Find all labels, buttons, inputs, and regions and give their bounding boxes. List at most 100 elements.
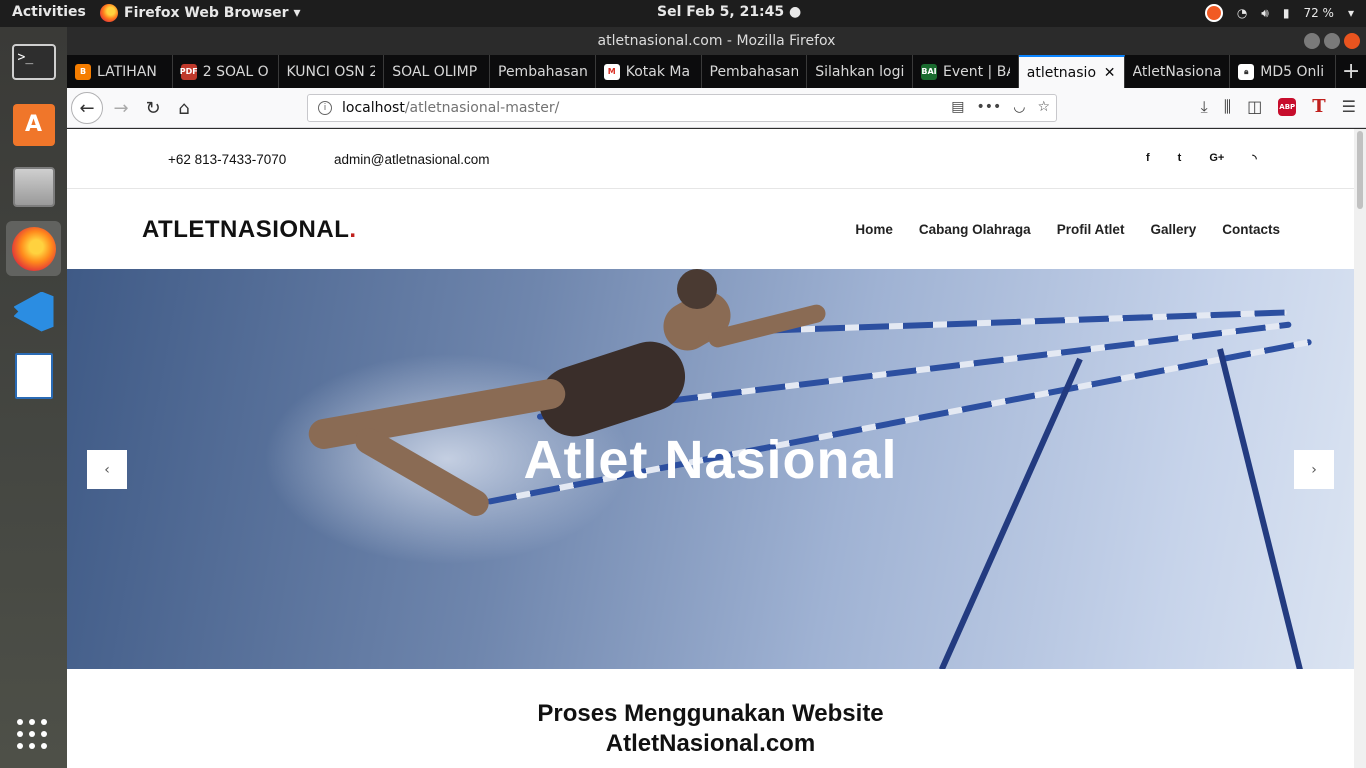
info-icon[interactable]: i	[318, 101, 332, 115]
tab-active[interactable]: atletnasio ✕	[1018, 55, 1125, 88]
url-host: localhost	[342, 100, 405, 116]
wifi-icon: ◔	[1236, 6, 1248, 20]
volume-icon: 🔊︎	[1261, 5, 1269, 20]
forward-button[interactable]: →	[107, 94, 135, 122]
tab[interactable]: 🔒︎ MD5 Onli	[1230, 55, 1336, 88]
window-title: atletnasional.com - Mozilla Firefox	[597, 33, 836, 49]
sidebar-icon[interactable]: ◫	[1247, 97, 1262, 116]
blogger-icon: B	[75, 63, 91, 80]
vscode-icon	[13, 291, 54, 332]
reader-view-icon[interactable]: ▤	[951, 99, 964, 115]
email-address[interactable]: admin@atletnasional.com	[334, 152, 490, 167]
gmail-icon: M	[603, 63, 620, 80]
section-title-line1: Proses Menggunakan Website	[537, 700, 884, 727]
phone-number[interactable]: +62 813-7433-7070	[168, 152, 286, 167]
contact-bar: +62 813-7433-7070 admin@atletnasional.co…	[67, 129, 1354, 189]
bai-icon: BAI	[921, 63, 937, 80]
system-top-bar: Activities Firefox Web Browser ▾ Sel Feb…	[0, 0, 1366, 27]
nav-home[interactable]: Home	[855, 222, 893, 237]
tab[interactable]: B LATIHAN	[67, 55, 173, 88]
dock-writer[interactable]	[6, 348, 61, 403]
tab[interactable]: AtletNasiona	[1125, 55, 1231, 88]
section-title: Proses Menggunakan Website AtletNasional…	[67, 699, 1354, 759]
navigation-toolbar: ← → ↻ ⌂ i localhost/atletnasional-master…	[67, 88, 1366, 128]
tab-strip: B LATIHAN PDF 2 SOAL O KUNCI OSN 2 SOAL OL…	[67, 55, 1366, 88]
home-icon: ⌂	[178, 97, 190, 119]
section-title-line2: AtletNasional.com	[605, 730, 816, 757]
swimmer-head	[677, 269, 717, 309]
back-button[interactable]: ←	[71, 92, 103, 124]
url-path: /atletnasional-master/	[404, 100, 560, 116]
twitter-icon[interactable]: t	[1178, 152, 1182, 165]
tab[interactable]: KUNCI OSN 2	[279, 55, 385, 88]
tab[interactable]: Silahkan logi	[807, 55, 913, 88]
close-window-icon[interactable]	[1344, 33, 1360, 49]
minimize-icon[interactable]	[1304, 33, 1320, 49]
tab[interactable]: PDF 2 SOAL O	[173, 55, 279, 88]
home-button[interactable]: ⌂	[170, 94, 198, 122]
app-menu[interactable]: Firefox Web Browser ▾	[100, 4, 300, 22]
window-titlebar: atletnasional.com - Mozilla Firefox	[67, 27, 1366, 55]
show-applications-icon[interactable]	[17, 719, 49, 751]
slider-prev-button[interactable]: ‹	[87, 450, 127, 489]
reload-icon: ↻	[145, 97, 161, 119]
page-scrollbar[interactable]	[1354, 129, 1366, 768]
library-icon[interactable]: ⫼	[1224, 97, 1231, 117]
dock-files[interactable]	[6, 159, 61, 214]
hero-title: Atlet Nasional	[523, 430, 898, 490]
tab[interactable]: M Kotak Ma	[596, 55, 702, 88]
system-tray[interactable]: ◔ 🔊︎ ▮ 72 % ▾	[1204, 4, 1354, 22]
nav-profil-atlet[interactable]: Profil Atlet	[1057, 222, 1125, 237]
lock-icon: 🔒︎	[1238, 63, 1255, 80]
battery-level: 72 %	[1303, 6, 1334, 20]
new-tab-button[interactable]: +	[1336, 55, 1366, 88]
maximize-icon[interactable]	[1324, 33, 1340, 49]
dock: >_ A	[0, 27, 67, 768]
translate-icon[interactable]: T	[1312, 96, 1325, 117]
system-menu-icon[interactable]: ▾	[1348, 6, 1354, 20]
pool-floor-line	[1217, 348, 1306, 669]
dock-firefox[interactable]	[6, 221, 61, 276]
firefox-icon	[100, 4, 118, 22]
slider-next-button[interactable]: ›	[1294, 450, 1334, 489]
tab[interactable]: Pembahasan	[702, 55, 808, 88]
page-actions-icon[interactable]: •••	[976, 99, 1001, 115]
files-icon	[12, 166, 55, 207]
menu: Home Cabang Olahraga Profil Atlet Galler…	[855, 222, 1280, 237]
nav-gallery[interactable]: Gallery	[1150, 222, 1196, 237]
scrollbar-thumb[interactable]	[1357, 131, 1363, 209]
tab[interactable]: SOAL OLIMP	[384, 55, 490, 88]
pool-floor-line	[938, 357, 1083, 669]
nav-cabang-olahraga[interactable]: Cabang Olahraga	[919, 222, 1031, 237]
software-center-icon: A	[12, 103, 55, 146]
activities-button[interactable]: Activities	[12, 4, 86, 20]
pocket-icon[interactable]: ◡	[1013, 99, 1025, 115]
document-icon	[14, 352, 53, 399]
nav-contacts[interactable]: Contacts	[1222, 222, 1280, 237]
site-logo[interactable]: ATLETNASIONAL.	[142, 216, 357, 244]
tab[interactable]: Pembahasan	[490, 55, 596, 88]
arrow-left-icon: ←	[79, 97, 95, 119]
social-links: f t G+ ◝	[1146, 152, 1257, 165]
dock-terminal[interactable]: >_	[6, 34, 61, 89]
battery-icon: ▮	[1282, 6, 1290, 20]
app-menu-label: Firefox Web Browser ▾	[124, 5, 301, 21]
firefox-icon	[11, 226, 56, 271]
url-bar[interactable]: i localhost/atletnasional-master/ ▤ ••• …	[307, 94, 1057, 122]
download-icon[interactable]: ⤓	[1201, 97, 1208, 117]
bookmark-star-icon[interactable]: ☆	[1037, 99, 1050, 115]
dock-software[interactable]: A	[6, 97, 61, 152]
pdf-icon: PDF	[180, 63, 198, 80]
dock-vscode[interactable]	[6, 284, 61, 339]
hero-slider: Atlet Nasional ‹ ›	[67, 269, 1354, 669]
tab[interactable]: BAI Event | BA	[913, 55, 1019, 88]
facebook-icon[interactable]: f	[1146, 152, 1150, 165]
adblock-icon[interactable]: ABP	[1278, 97, 1297, 116]
reload-button[interactable]: ↻	[139, 94, 167, 122]
close-tab-icon[interactable]: ✕	[1104, 65, 1116, 81]
rss-icon[interactable]: ◝	[1252, 152, 1256, 165]
google-plus-icon[interactable]: G+	[1209, 152, 1224, 165]
alarm-clock-icon[interactable]	[1204, 4, 1223, 22]
clock[interactable]: Sel Feb 5, 21:45 ●	[657, 4, 801, 20]
hamburger-menu-icon[interactable]: ☰	[1342, 97, 1356, 116]
